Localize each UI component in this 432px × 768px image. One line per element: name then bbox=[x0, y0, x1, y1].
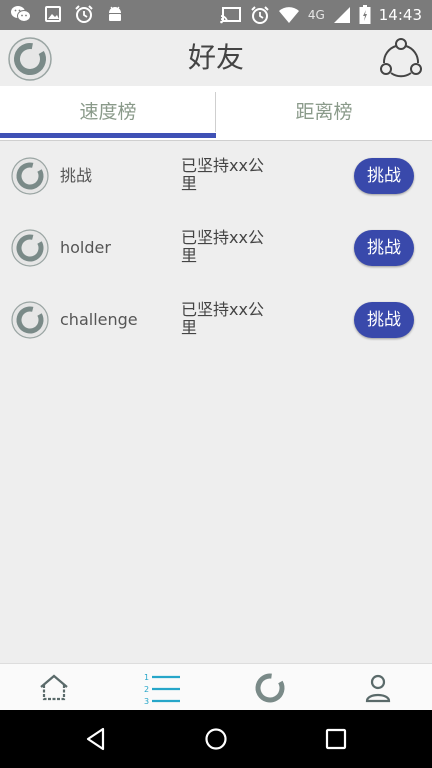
share-icon bbox=[380, 38, 422, 78]
back-button[interactable] bbox=[84, 727, 108, 751]
cast-icon bbox=[220, 6, 242, 24]
avatar-ring-icon bbox=[11, 157, 49, 195]
page-title: 好友 bbox=[187, 41, 244, 74]
image-icon bbox=[44, 5, 62, 23]
recents-square-icon bbox=[325, 728, 347, 750]
list-item[interactable]: holder 已坚持xx公里 挑战 bbox=[0, 212, 432, 284]
friend-status: 已坚持xx公里 bbox=[181, 300, 264, 337]
friend-name: 挑战 bbox=[60, 166, 93, 185]
status-bar: 4G 14:43 bbox=[0, 0, 432, 30]
friend-name: holder bbox=[60, 238, 111, 257]
alarm-icon bbox=[74, 4, 94, 24]
nav-home[interactable] bbox=[36, 670, 72, 706]
challenge-button[interactable]: 挑战 bbox=[354, 230, 414, 266]
avatar-ring-icon bbox=[11, 229, 49, 267]
home-circle-icon bbox=[205, 728, 227, 750]
friend-name: challenge bbox=[60, 310, 138, 329]
share-button[interactable] bbox=[378, 35, 424, 81]
friend-avatar[interactable] bbox=[11, 301, 49, 339]
recents-button[interactable] bbox=[324, 727, 348, 751]
app-header: 好友 bbox=[0, 30, 432, 86]
friend-status: 已坚持xx公里 bbox=[181, 156, 264, 193]
list-item[interactable]: 挑战 已坚持xx公里 挑战 bbox=[0, 140, 432, 212]
list-item[interactable]: challenge 已坚持xx公里 挑战 bbox=[0, 284, 432, 356]
home-icon bbox=[40, 674, 68, 701]
nav-profile[interactable] bbox=[360, 670, 396, 706]
battery-icon bbox=[359, 5, 371, 25]
clock: 14:43 bbox=[378, 6, 422, 24]
back-triangle-icon bbox=[86, 727, 105, 751]
friend-avatar[interactable] bbox=[11, 157, 49, 195]
android-icon bbox=[106, 4, 124, 24]
signal-icon bbox=[333, 6, 351, 24]
wifi-icon bbox=[278, 6, 300, 24]
wechat-icon bbox=[10, 4, 32, 24]
nav-activity[interactable] bbox=[252, 670, 288, 706]
alarm-icon bbox=[250, 5, 270, 25]
svg-text:1: 1 bbox=[144, 673, 149, 682]
avatar-ring-icon bbox=[11, 301, 49, 339]
network-type: 4G bbox=[307, 8, 325, 22]
friend-status: 已坚持xx公里 bbox=[181, 228, 264, 265]
ring-icon bbox=[255, 673, 285, 703]
challenge-button[interactable]: 挑战 bbox=[354, 158, 414, 194]
svg-text:3: 3 bbox=[144, 697, 149, 706]
home-button[interactable] bbox=[204, 727, 228, 751]
tab-speed-ranking[interactable]: 速度榜 bbox=[0, 86, 216, 140]
ranked-list-icon: 1 2 3 bbox=[144, 673, 180, 706]
friend-avatar[interactable] bbox=[11, 229, 49, 267]
tab-distance-ranking[interactable]: 距离榜 bbox=[216, 86, 432, 140]
active-tab-indicator bbox=[0, 133, 216, 138]
system-nav-bar bbox=[0, 710, 432, 768]
svg-text:2: 2 bbox=[144, 685, 149, 694]
bottom-nav: 1 2 3 bbox=[0, 663, 432, 711]
challenge-button[interactable]: 挑战 bbox=[354, 302, 414, 338]
nav-ranking[interactable]: 1 2 3 bbox=[144, 670, 180, 706]
person-icon bbox=[365, 674, 391, 703]
